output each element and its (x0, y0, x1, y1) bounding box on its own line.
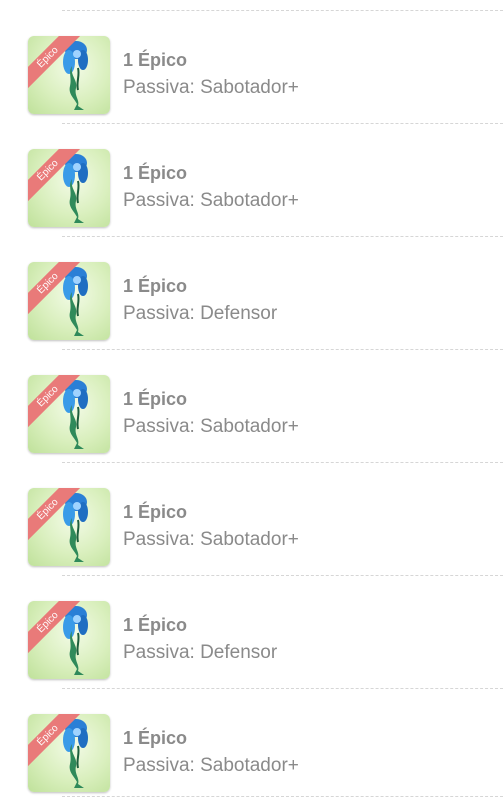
creature-thumbnail: Épico (28, 262, 110, 340)
item-passive: Passiva: Sabotador+ (123, 529, 299, 550)
creature-thumbnail: Épico (28, 36, 110, 114)
creature-thumbnail: Épico (28, 149, 110, 227)
list-item[interactable]: Épico 1 Épico Passiva: Sabotador+ (0, 464, 503, 576)
item-passive: Passiva: Sabotador+ (123, 77, 299, 98)
list-divider (62, 462, 503, 463)
item-title: 1 Épico (123, 389, 188, 409)
item-title: 1 Épico (123, 615, 188, 635)
list-divider (62, 123, 503, 124)
list-item[interactable]: Épico 1 Épico Passiva: Sabotador+ (0, 12, 503, 124)
item-title: 1 Épico (123, 502, 188, 522)
creature-thumbnail: Épico (28, 601, 110, 679)
list-item[interactable]: Épico 1 Épico Passiva: Sabotador+ (0, 125, 503, 237)
creature-thumbnail: Épico (28, 714, 110, 792)
item-title: 1 Épico (123, 163, 188, 183)
list-item[interactable]: Épico 1 Épico Passiva: Sabotador+ (0, 351, 503, 463)
item-title: 1 Épico (123, 728, 188, 748)
item-passive: Passiva: Sabotador+ (123, 190, 299, 211)
list-item[interactable]: Épico 1 Épico Passiva: Sabotador+ (0, 690, 503, 802)
list-divider (62, 796, 503, 797)
item-passive: Passiva: Defensor (123, 303, 278, 324)
list-divider (62, 10, 503, 11)
creature-thumbnail: Épico (28, 375, 110, 453)
list-divider (62, 688, 503, 689)
item-passive: Passiva: Sabotador+ (123, 416, 299, 437)
list-divider (62, 236, 503, 237)
creature-thumbnail: Épico (28, 488, 110, 566)
list-divider (62, 349, 503, 350)
item-title: 1 Épico (123, 50, 188, 70)
item-title: 1 Épico (123, 276, 188, 296)
item-passive: Passiva: Sabotador+ (123, 755, 299, 776)
list-divider (62, 575, 503, 576)
list-item[interactable]: Épico 1 Épico Passiva: Defensor (0, 577, 503, 689)
list-item[interactable]: Épico 1 Épico Passiva: Defensor (0, 238, 503, 350)
item-passive: Passiva: Defensor (123, 642, 278, 663)
